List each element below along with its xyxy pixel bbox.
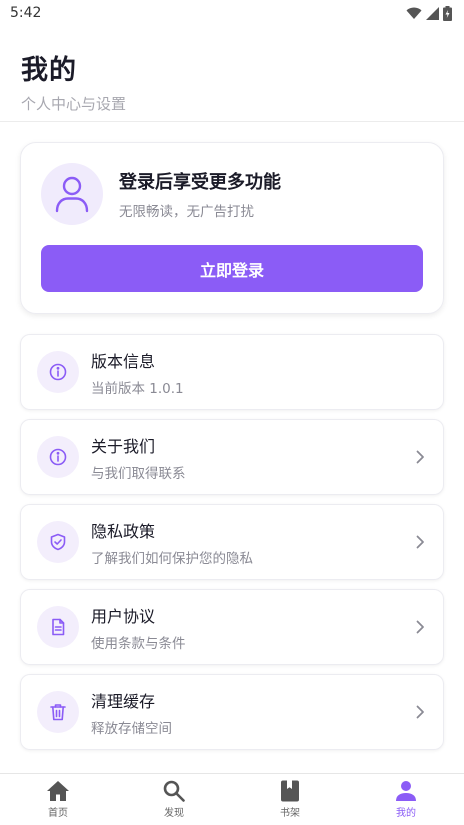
person-icon (396, 781, 416, 801)
login-text: 登录后享受更多功能 无限畅读，无广告打扰 (119, 168, 281, 220)
wifi-icon (406, 7, 422, 19)
menu-item-terms[interactable]: 用户协议 使用条款与条件 (20, 589, 444, 665)
nav-label: 书架 (280, 808, 300, 819)
status-icons (406, 5, 452, 21)
shield-check-icon (50, 533, 66, 551)
menu-title: 用户协议 (91, 606, 156, 626)
avatar (41, 163, 103, 225)
status-bar: 5:42 (0, 0, 464, 26)
chevron-right-icon (416, 620, 424, 634)
page-title: 我的 (21, 55, 77, 86)
menu-icon-badge (37, 606, 79, 648)
login-button[interactable]: 立即登录 (41, 245, 423, 292)
nav-item-home[interactable]: 首页 (18, 780, 98, 819)
menu-text: 关于我们 与我们取得联系 (91, 433, 413, 482)
menu-item-about[interactable]: 关于我们 与我们取得联系 (20, 419, 444, 495)
nav-item-bookshelf[interactable]: 书架 (250, 780, 330, 819)
login-card-top: 登录后享受更多功能 无限畅读，无广告打扰 (41, 163, 423, 225)
menu-desc: 了解我们如何保护您的隐私 (91, 550, 253, 567)
book-icon (281, 780, 299, 802)
chevron-right-icon (416, 535, 424, 549)
nav-label: 我的 (396, 808, 416, 819)
status-time: 5:42 (10, 5, 42, 21)
menu-title: 隐私政策 (91, 521, 156, 541)
menu-text: 版本信息 当前版本 1.0.1 (91, 348, 427, 397)
menu-icon-badge (37, 351, 79, 393)
info-icon (49, 363, 67, 381)
nav-label: 发现 (164, 808, 184, 819)
settings-menu: 版本信息 当前版本 1.0.1 关于我们 与我们取得联系 隐私政策 了解我们如何… (20, 334, 444, 750)
person-outline-icon (55, 176, 89, 213)
cell-signal-icon (426, 6, 439, 20)
page-subtitle: 个人中心与设置 (21, 95, 127, 113)
menu-text: 用户协议 使用条款与条件 (91, 603, 413, 652)
nav-item-discover[interactable]: 发现 (134, 780, 214, 819)
menu-text: 清理缓存 释放存储空间 (91, 688, 413, 737)
nav-item-profile[interactable]: 我的 (366, 780, 446, 819)
menu-item-privacy[interactable]: 隐私政策 了解我们如何保护您的隐私 (20, 504, 444, 580)
battery-icon (443, 5, 452, 21)
menu-icon-badge (37, 436, 79, 478)
chevron-right-icon (416, 450, 424, 464)
login-desc: 无限畅读，无广告打扰 (119, 204, 254, 220)
search-icon (163, 780, 185, 802)
nav-label: 首页 (48, 808, 68, 819)
menu-desc: 与我们取得联系 (91, 465, 186, 482)
menu-item-version[interactable]: 版本信息 当前版本 1.0.1 (20, 334, 444, 410)
menu-title: 清理缓存 (91, 691, 156, 711)
bottom-nav: 首页 发现 书架 我的 (0, 773, 464, 825)
page-header: 我的 个人中心与设置 (0, 26, 464, 122)
menu-item-clear-cache[interactable]: 清理缓存 释放存储空间 (20, 674, 444, 750)
menu-desc: 当前版本 1.0.1 (91, 380, 184, 397)
chevron-right-icon (416, 705, 424, 719)
menu-desc: 释放存储空间 (91, 720, 172, 737)
menu-title: 版本信息 (91, 351, 156, 371)
login-title: 登录后享受更多功能 (119, 172, 281, 193)
main-content: 登录后享受更多功能 无限畅读，无广告打扰 立即登录 版本信息 当前版本 1.0.… (0, 122, 464, 750)
menu-desc: 使用条款与条件 (91, 635, 186, 652)
menu-title: 关于我们 (91, 436, 156, 456)
trash-icon (50, 704, 66, 721)
menu-text: 隐私政策 了解我们如何保护您的隐私 (91, 518, 413, 567)
login-card: 登录后享受更多功能 无限畅读，无广告打扰 立即登录 (20, 142, 444, 314)
info-icon (49, 448, 67, 466)
menu-icon-badge (37, 691, 79, 733)
home-icon (47, 781, 69, 801)
document-icon (52, 618, 65, 636)
menu-icon-badge (37, 521, 79, 563)
